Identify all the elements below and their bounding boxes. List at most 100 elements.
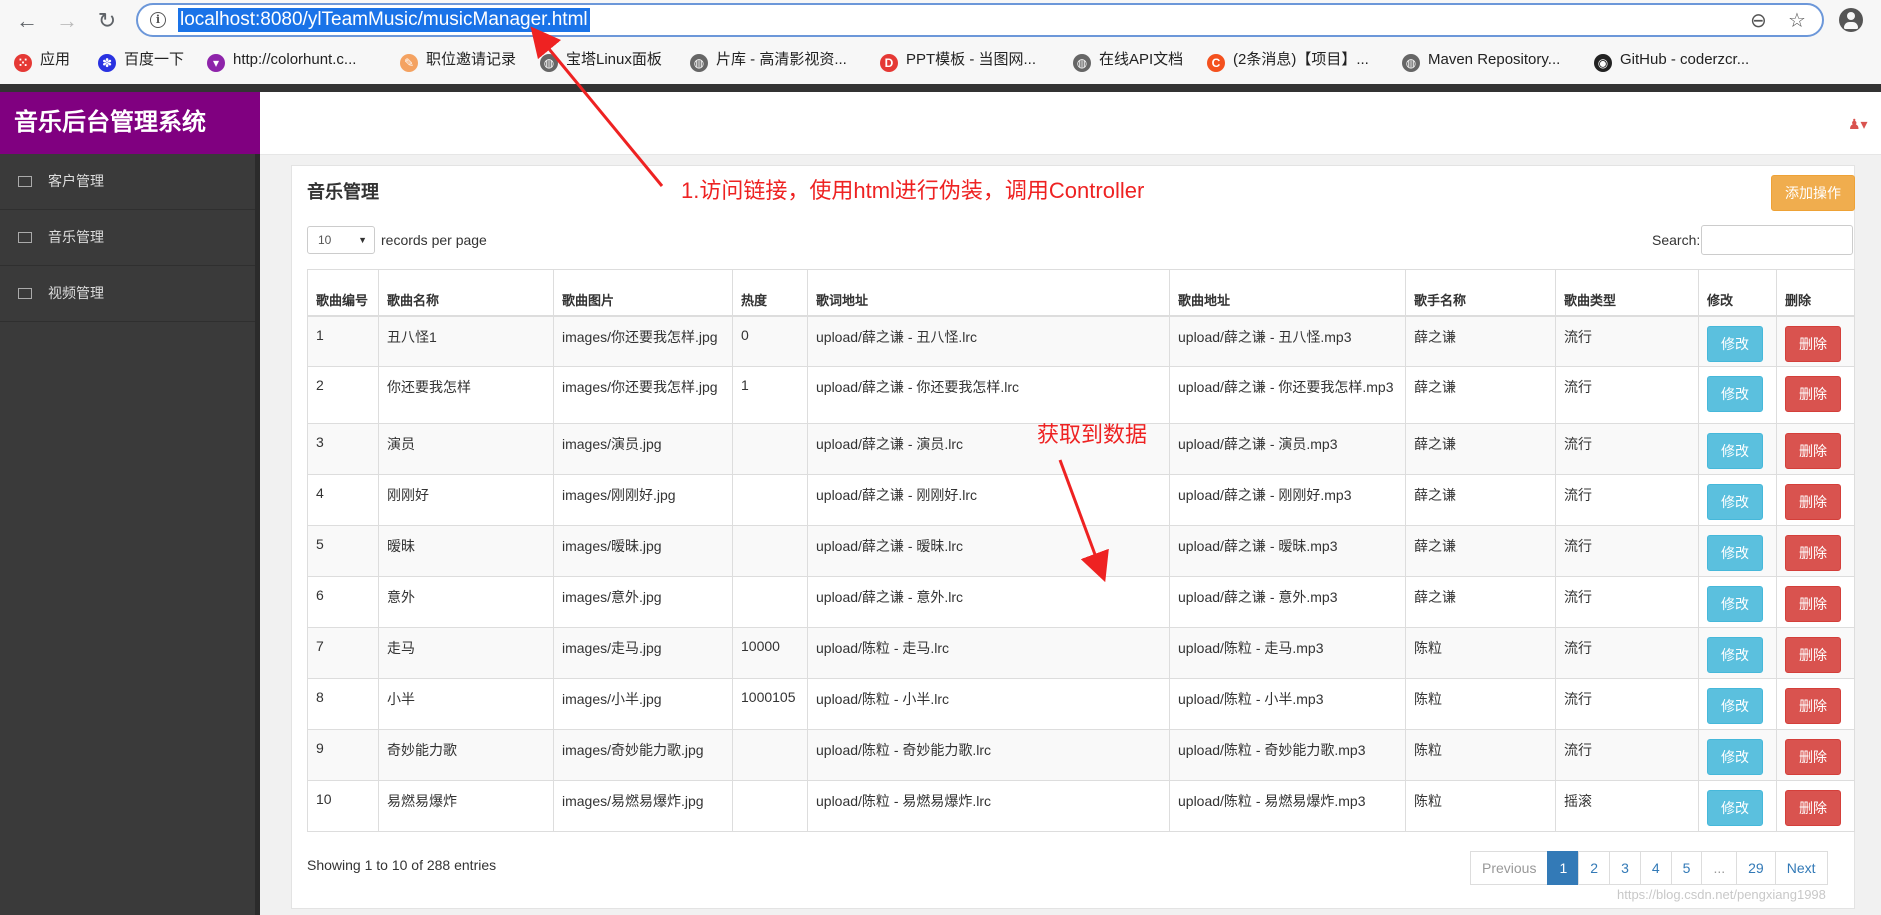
page-button[interactable]: 3 xyxy=(1609,851,1641,885)
delete-button[interactable]: 删除 xyxy=(1785,637,1841,673)
table-cell: 5 xyxy=(307,525,379,577)
delete-button[interactable]: 删除 xyxy=(1785,376,1841,412)
forward-arrow-icon[interactable]: → xyxy=(54,8,80,34)
delete-button[interactable]: 删除 xyxy=(1785,484,1841,520)
url-text[interactable]: localhost:8080/ylTeamMusic/musicManager.… xyxy=(178,8,590,32)
column-header[interactable]: 歌词地址 xyxy=(807,269,1170,317)
sidebar-item[interactable]: 客户管理 xyxy=(0,154,255,210)
table-cell: upload/薛之谦 - 刚刚好.lrc xyxy=(807,474,1170,526)
bookmark-item[interactable]: ◍ 在线API文档 xyxy=(1073,48,1183,72)
delete-cell: 删除 xyxy=(1776,678,1855,730)
delete-button[interactable]: 删除 xyxy=(1785,433,1841,469)
edit-button[interactable]: 修改 xyxy=(1707,790,1763,826)
edit-button[interactable]: 修改 xyxy=(1707,433,1763,469)
table-cell: upload/陈粒 - 走马.lrc xyxy=(807,627,1170,679)
page-button[interactable]: 2 xyxy=(1578,851,1611,885)
edit-button[interactable]: 修改 xyxy=(1707,586,1763,622)
table-cell: 陈粒 xyxy=(1405,678,1556,730)
column-header[interactable]: 歌曲编号 xyxy=(307,269,379,317)
column-header[interactable]: 修改 xyxy=(1698,269,1777,317)
bookmark-item[interactable]: ✽ 百度一下 xyxy=(98,48,184,72)
next-page-button[interactable]: Next xyxy=(1774,851,1828,885)
bookmark-item[interactable]: ◍ 宝塔Linux面板 xyxy=(540,48,662,72)
table-cell: upload/薛之谦 - 你还要我怎样.mp3 xyxy=(1169,366,1406,424)
bookmark-item[interactable]: ◉ GitHub - coderzcr... xyxy=(1594,48,1749,72)
page-button[interactable]: 29 xyxy=(1736,851,1776,885)
reload-icon[interactable]: ↻ xyxy=(94,8,120,34)
bookmark-label: 应用 xyxy=(40,51,71,68)
edit-button[interactable]: 修改 xyxy=(1707,637,1763,673)
table-cell: 薛之谦 xyxy=(1405,525,1556,577)
delete-button[interactable]: 删除 xyxy=(1785,586,1841,622)
column-header[interactable]: 热度 xyxy=(732,269,808,317)
bookmark-item[interactable]: ✎ 职位邀请记录 xyxy=(400,48,516,72)
table-cell xyxy=(732,780,808,832)
bookmark-star-icon[interactable]: ☆ xyxy=(1788,8,1806,34)
bookmark-label: http://colorhunt.c... xyxy=(233,51,357,68)
edit-button[interactable]: 修改 xyxy=(1707,484,1763,520)
sidebar-item[interactable]: 视频管理 xyxy=(0,266,255,322)
table-cell: 陈粒 xyxy=(1405,780,1556,832)
browser-chrome: ← → ↻ i localhost:8080/ylTeamMusic/music… xyxy=(0,0,1881,84)
table-header-row: 歌曲编号 歌曲名称 歌曲图片 热度 歌词地址 歌曲地址 歌手名称 歌曲类型 修改 删除 xyxy=(307,269,1855,317)
table-cell: images/你还要我怎样.jpg xyxy=(553,315,733,367)
sidebar-item-label: 音乐管理 xyxy=(48,229,104,245)
add-button[interactable]: 添加操作 xyxy=(1771,175,1855,211)
edit-button[interactable]: 修改 xyxy=(1707,739,1763,775)
table-cell: 薛之谦 xyxy=(1405,315,1556,367)
table-cell: 8 xyxy=(307,678,379,730)
delete-button[interactable]: 删除 xyxy=(1785,739,1841,775)
edit-button[interactable]: 修改 xyxy=(1707,376,1763,412)
records-per-page-select[interactable]: 10 xyxy=(307,226,375,254)
edit-button[interactable]: 修改 xyxy=(1707,325,1763,362)
bookmark-item[interactable]: ◍ Maven Repository... xyxy=(1402,48,1560,72)
previous-page-button[interactable]: Previous xyxy=(1470,851,1549,885)
bookmark-item[interactable]: ⁙ 应用 xyxy=(14,48,70,72)
table-cell: 薛之谦 xyxy=(1405,423,1556,475)
column-header[interactable]: 删除 xyxy=(1776,269,1855,317)
bookmark-item[interactable]: ▾ http://colorhunt.c... xyxy=(207,48,356,72)
delete-button[interactable]: 删除 xyxy=(1785,688,1841,724)
table-cell: images/小半.jpg xyxy=(553,678,733,730)
column-header[interactable]: 歌曲类型 xyxy=(1555,269,1699,317)
table-cell: 暧昧 xyxy=(378,525,554,577)
address-bar[interactable]: i localhost:8080/ylTeamMusic/musicManage… xyxy=(136,3,1824,37)
site-info-icon[interactable]: i xyxy=(150,12,166,28)
table-cell: images/你还要我怎样.jpg xyxy=(553,366,733,424)
table-cell: 流行 xyxy=(1555,525,1699,577)
table-cell: 陈粒 xyxy=(1405,729,1556,781)
table-cell: 流行 xyxy=(1555,729,1699,781)
profile-icon[interactable] xyxy=(1839,8,1863,32)
column-header[interactable]: 歌曲图片 xyxy=(553,269,733,317)
page-button[interactable]: 4 xyxy=(1639,851,1672,885)
search-input[interactable] xyxy=(1701,225,1853,255)
table-cell: upload/陈粒 - 易燃易爆炸.lrc xyxy=(807,780,1170,832)
table-cell xyxy=(732,474,808,526)
edit-button[interactable]: 修改 xyxy=(1707,535,1763,571)
app-header: 音乐后台管理系统 ♟▾ xyxy=(0,92,1881,155)
bookmark-item[interactable]: ◍ 片库 - 高清影视资... xyxy=(690,48,847,72)
table-cell: 4 xyxy=(307,474,379,526)
table-row: 8 小半 images/小半.jpg 1000105 upload/陈粒 - 小半.lr… xyxy=(307,678,1855,730)
pagination: Previous 1 2 3 4 5... 29 Next xyxy=(1470,851,1828,885)
edit-button[interactable]: 修改 xyxy=(1707,688,1763,724)
table-cell: images/走马.jpg xyxy=(553,627,733,679)
column-header[interactable]: 歌曲地址 xyxy=(1169,269,1406,317)
back-arrow-icon[interactable]: ← xyxy=(14,8,40,34)
table-cell: 流行 xyxy=(1555,474,1699,526)
delete-button[interactable]: 删除 xyxy=(1785,790,1841,826)
table-cell: 0 xyxy=(732,315,808,367)
github-icon: ◉ xyxy=(1594,54,1612,72)
column-header[interactable]: 歌手名称 xyxy=(1405,269,1556,317)
bookmark-item[interactable]: D PPT模板 - 当图网... xyxy=(880,48,1036,72)
delete-button[interactable]: 删除 xyxy=(1785,325,1841,362)
page-button[interactable]: 5 xyxy=(1670,851,1703,885)
delete-button[interactable]: 删除 xyxy=(1785,535,1841,571)
sidebar-item[interactable]: 音乐管理 xyxy=(0,210,255,266)
bookmark-item[interactable]: C (2条消息)【项目】... xyxy=(1207,48,1369,72)
zoom-icon[interactable]: ⊖ xyxy=(1750,8,1767,34)
page-button[interactable]: 1 xyxy=(1547,851,1580,885)
column-header[interactable]: 歌曲名称 xyxy=(378,269,554,317)
sidebar-item-label: 客户管理 xyxy=(48,173,104,189)
user-icon[interactable]: ♟▾ xyxy=(1848,116,1868,133)
